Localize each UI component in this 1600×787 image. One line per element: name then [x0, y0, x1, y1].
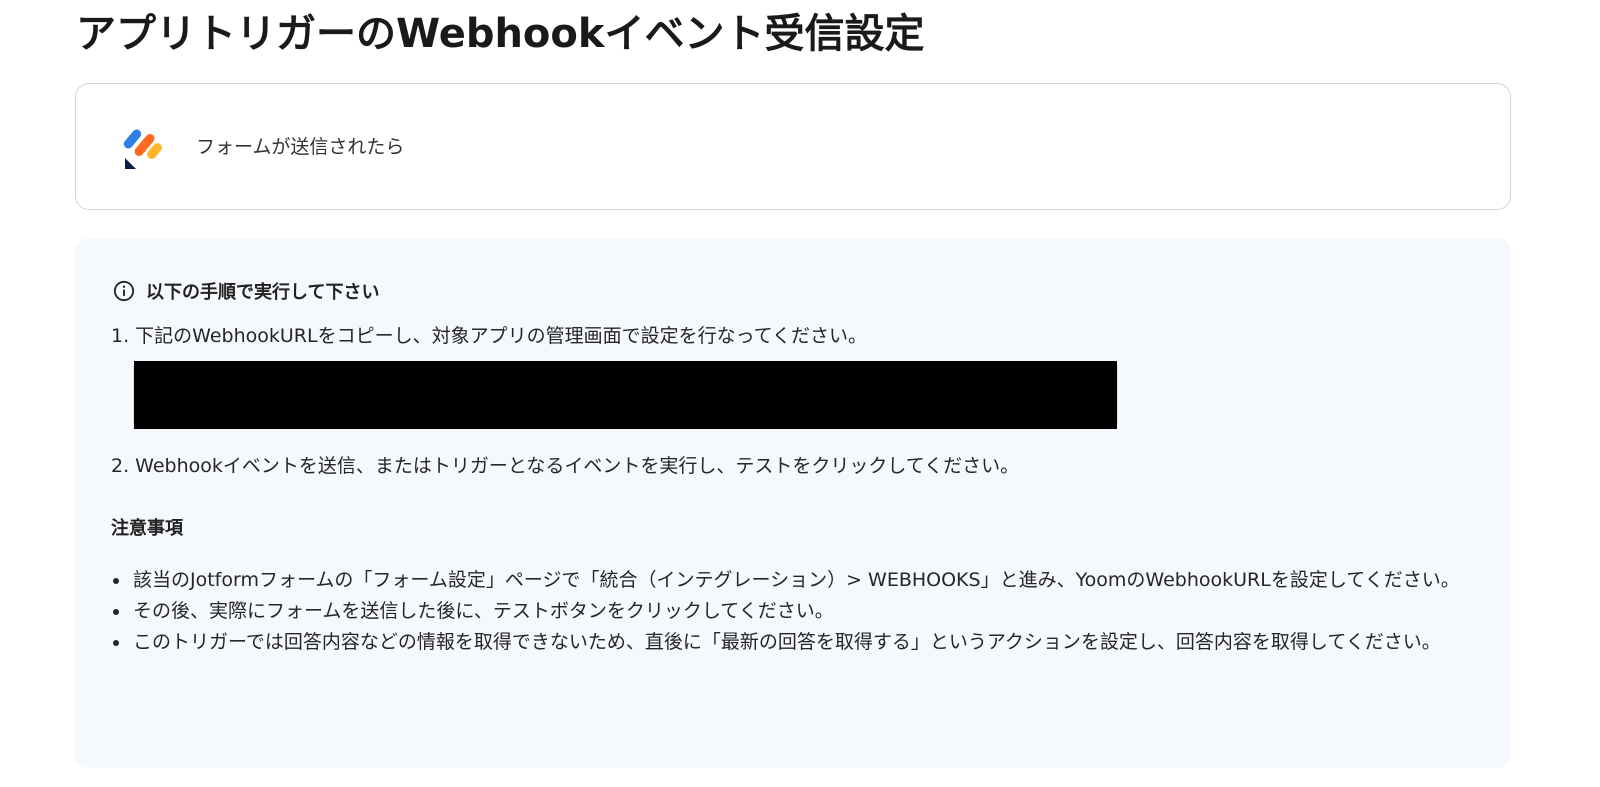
redacted-webhook-url: [134, 361, 1117, 429]
step-2-text: 2. Webhookイベントを送信、またはトリガーとなるイベントを実行し、テスト…: [111, 455, 1020, 477]
step-1-text: 1. 下記のWebhookURLをコピーし、対象アプリの管理画面で設定を行なって…: [111, 325, 868, 347]
bullet-icon: [113, 578, 119, 584]
note-text: その後、実際にフォームを送信した後に、テストボタンをクリックしてください。: [133, 600, 834, 622]
jotform-logo-icon: [122, 124, 166, 172]
page-title: アプリトリガーのWebhookイベント受信設定: [76, 11, 925, 57]
bullet-icon: [113, 609, 119, 615]
note-text: このトリガーでは回答内容などの情報を取得できないため、直後に「最新の回答を取得す…: [133, 631, 1441, 653]
trigger-card[interactable]: フォームが送信されたら: [75, 83, 1511, 210]
list-item: 該当のJotformフォームの「フォーム設定」ページで「統合（インテグレーション…: [111, 566, 1481, 595]
info-circle-icon: [113, 280, 135, 302]
instructions-heading-text: 以下の手順で実行して下さい: [146, 282, 380, 303]
notes-heading: 注意事項: [111, 518, 183, 539]
notes-list: 該当のJotformフォームの「フォーム設定」ページで「統合（インテグレーション…: [111, 566, 1481, 659]
list-item: その後、実際にフォームを送信した後に、テストボタンをクリックしてください。: [111, 597, 1481, 626]
webhook-url-field[interactable]: [133, 361, 1118, 429]
bullet-icon: [113, 640, 119, 646]
instructions-panel: 以下の手順で実行して下さい 1. 下記のWebhookURLをコピーし、対象アプ…: [75, 238, 1511, 768]
note-text: 該当のJotformフォームの「フォーム設定」ページで「統合（インテグレーション…: [133, 569, 1460, 591]
instructions-heading: 以下の手順で実行して下さい: [113, 278, 379, 304]
trigger-label: フォームが送信されたら: [196, 136, 405, 158]
list-item: このトリガーでは回答内容などの情報を取得できないため、直後に「最新の回答を取得す…: [111, 628, 1481, 657]
